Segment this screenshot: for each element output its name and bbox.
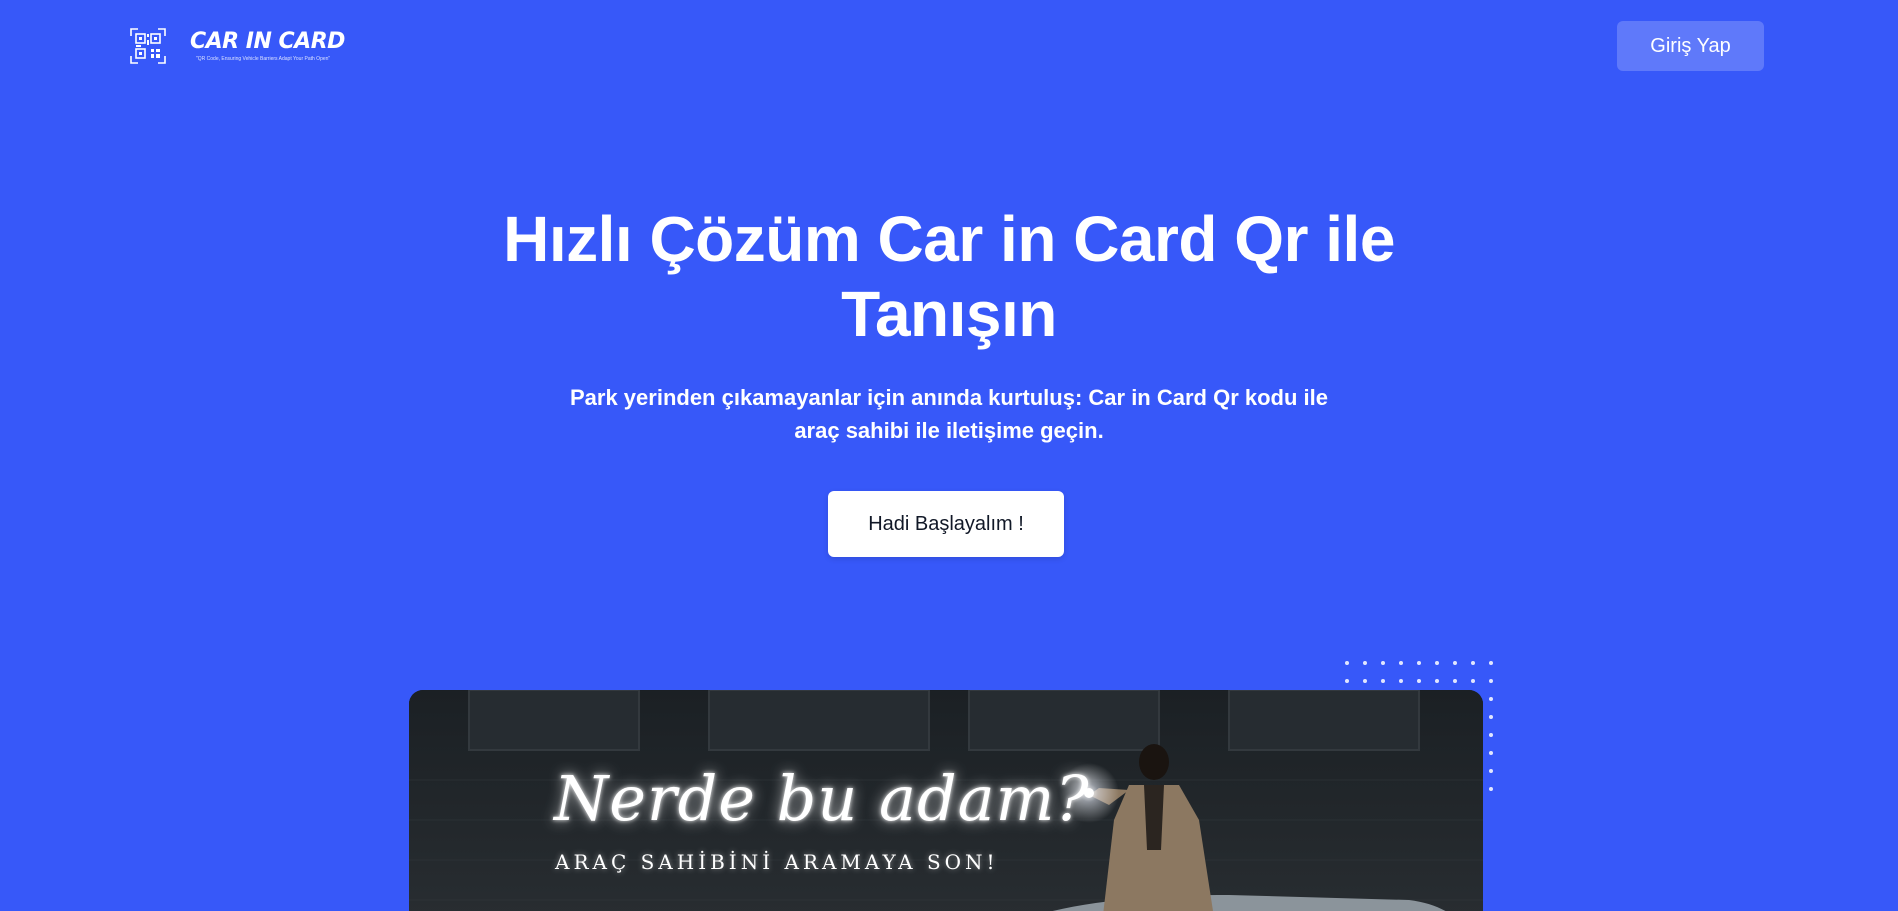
hero-image-headline: Nerde bu adam? — [554, 762, 1090, 835]
logo-tagline: "QR Code, Ensuring Vehicle Barriers Adap… — [196, 55, 331, 62]
logo-title: CAR IN CARD — [190, 28, 345, 54]
logo[interactable]: CAR IN CARD "QR Code, Ensuring Vehicle B… — [130, 28, 345, 64]
landing-page: CAR IN CARD "QR Code, Ensuring Vehicle B… — [0, 0, 1898, 911]
hero-image-subline: ARAÇ SAHİBİNİ ARAMAYA SON! — [555, 850, 999, 874]
login-button[interactable]: Giriş Yap — [1617, 21, 1764, 71]
hero-image: Nerde bu adam? ARAÇ SAHİBİNİ ARAMAYA SON… — [409, 690, 1483, 911]
qr-code-icon — [130, 28, 166, 64]
logo-text: CAR IN CARD "QR Code, Ensuring Vehicle B… — [190, 28, 345, 62]
get-started-button[interactable]: Hadi Başlayalım ! — [828, 491, 1064, 557]
hero-subtitle: Park yerinden çıkamayanlar için anında k… — [569, 385, 1329, 443]
hero-title: Hızlı Çözüm Car in Card Qr ile Tanışın — [503, 203, 1395, 350]
